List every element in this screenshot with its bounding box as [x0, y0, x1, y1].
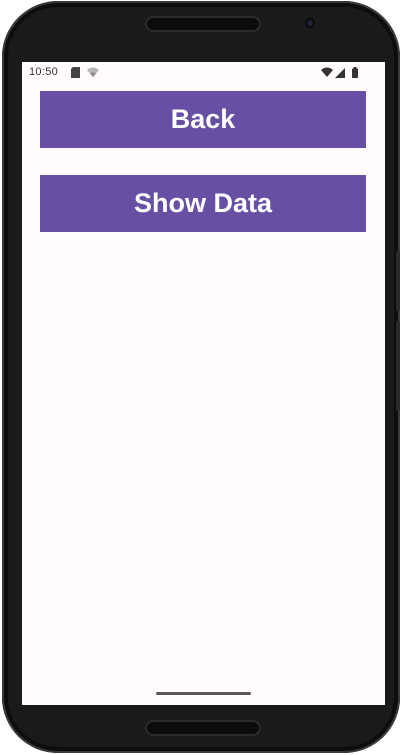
- volume-button[interactable]: [396, 321, 400, 411]
- wifi-icon: [321, 67, 333, 77]
- signal-icon: [335, 68, 345, 78]
- power-button[interactable]: [396, 251, 400, 311]
- bottom-speaker: [145, 720, 261, 736]
- gesture-nav-handle[interactable]: [156, 692, 251, 695]
- app-screen: 10:50 Back Show Data: [22, 62, 385, 705]
- status-time: 10:50: [29, 66, 59, 78]
- wifi-off-icon: [87, 67, 99, 77]
- sd-card-icon: [71, 67, 80, 78]
- status-bar: 10:50: [22, 62, 385, 84]
- phone-frame: 10:50 Back Show Data: [2, 1, 400, 753]
- back-button[interactable]: Back: [40, 91, 366, 148]
- top-speaker: [145, 16, 261, 32]
- battery-icon: [352, 67, 358, 78]
- show-data-button[interactable]: Show Data: [40, 175, 366, 232]
- front-camera: [305, 18, 315, 28]
